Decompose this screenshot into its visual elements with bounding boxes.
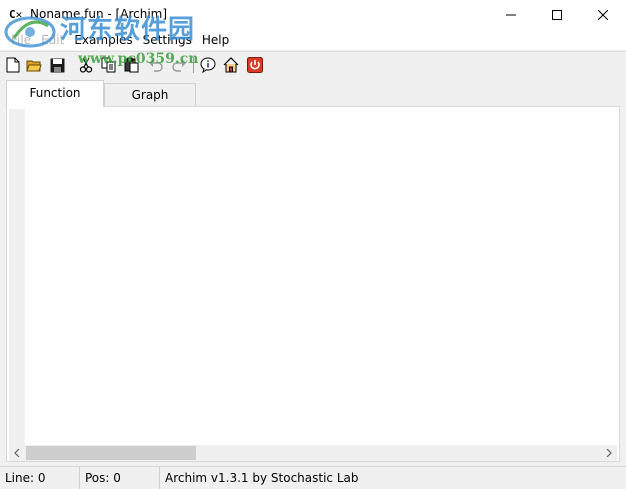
chevron-left-icon: [14, 449, 20, 457]
new-file-button[interactable]: [4, 56, 22, 74]
open-folder-icon: [26, 60, 42, 72]
close-button[interactable]: [580, 0, 626, 30]
menu-examples[interactable]: Examples: [69, 30, 137, 50]
undo-icon: [149, 59, 163, 72]
cut-button[interactable]: [77, 56, 95, 74]
paste-button[interactable]: [123, 56, 141, 74]
copy-icon: [101, 57, 116, 73]
menu-bar: File Edit Examples Settings Help: [0, 30, 626, 50]
status-about: Archim v1.3.1 by Stochastic Lab: [165, 471, 359, 485]
scroll-right-button[interactable]: [601, 445, 617, 461]
home-icon: [223, 57, 239, 73]
toolbar: [0, 51, 626, 77]
save-icon: [50, 58, 64, 72]
menu-file[interactable]: File: [6, 30, 36, 50]
maximize-button[interactable]: [534, 0, 580, 30]
function-editor[interactable]: [6, 106, 620, 462]
open-button[interactable]: [25, 56, 43, 74]
scroll-thumb[interactable]: [26, 446, 196, 460]
menu-help[interactable]: Help: [197, 30, 234, 50]
exit-icon: [247, 57, 263, 73]
chevron-right-icon: [606, 449, 612, 457]
tab-graph[interactable]: Graph: [104, 83, 196, 106]
close-icon: [598, 10, 608, 20]
cut-icon: [79, 57, 93, 73]
info-button[interactable]: [199, 56, 217, 74]
redo-button[interactable]: [170, 56, 188, 74]
undo-button[interactable]: [147, 56, 165, 74]
line-number-gutter: [9, 109, 25, 445]
app-window: C✕ Noname.fun - [Archim] File Edit Examp…: [0, 0, 626, 489]
horizontal-scrollbar[interactable]: [9, 445, 617, 461]
new-file-icon: [6, 57, 20, 73]
minimize-icon: [506, 14, 516, 16]
minimize-button[interactable]: [488, 0, 534, 30]
status-position: Pos: 0: [80, 467, 160, 489]
redo-icon: [172, 59, 186, 72]
home-button[interactable]: [222, 56, 240, 74]
info-icon: [200, 57, 216, 73]
maximize-icon: [552, 10, 562, 20]
window-title: Noname.fun - [Archim]: [30, 7, 168, 21]
scroll-left-button[interactable]: [9, 445, 25, 461]
tab-function[interactable]: Function: [6, 80, 104, 107]
toolbar-separator: [193, 57, 194, 73]
exit-button[interactable]: [246, 56, 264, 74]
status-bar: Line: 0 Pos: 0 Archim v1.3.1 by Stochast…: [0, 466, 626, 489]
paste-icon: [124, 57, 139, 73]
save-button[interactable]: [48, 56, 66, 74]
app-icon[interactable]: C✕: [9, 8, 25, 22]
menu-settings[interactable]: Settings: [138, 30, 197, 50]
title-bar[interactable]: C✕ Noname.fun - [Archim]: [0, 0, 626, 30]
status-line: Line: 0: [0, 467, 80, 489]
menu-edit[interactable]: Edit: [36, 30, 69, 50]
copy-button[interactable]: [100, 56, 118, 74]
tab-bar: Function Graph: [0, 80, 626, 107]
